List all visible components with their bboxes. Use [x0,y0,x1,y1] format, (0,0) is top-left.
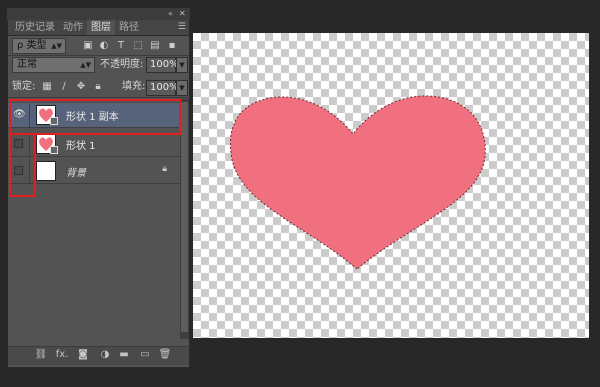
lock-label: 锁定: [12,81,36,92]
tab-paths[interactable]: 路径 [115,20,143,35]
divider [8,55,189,56]
highlight-visibility-column [9,133,36,197]
vector-mask-thumbnail [50,146,58,154]
scrollbar-thumb[interactable] [181,102,188,332]
lock-all-icon[interactable]: 🔒︎ [92,81,104,93]
layer-thumbnail [36,161,56,181]
group-folder-icon[interactable]: ▬ [117,349,131,360]
panel-tab-bar: 历史记录 动作 图层 路径 ☰ [8,20,189,36]
heart-shape[interactable] [193,33,589,338]
opacity-input[interactable]: 100% [146,57,179,73]
tab-history[interactable]: 历史记录 [11,20,59,35]
layer-name[interactable]: 形状 1 [66,137,96,152]
filter-label: ρ 类型 [17,40,47,51]
blend-mode-dropdown[interactable]: 正常 ▲▼ [12,57,95,73]
filter-toggle-icon[interactable]: ▪ [168,40,176,52]
tab-layers[interactable]: 图层 [87,20,115,35]
close-panel-icon[interactable]: ✕ [179,8,186,20]
panel-top-strip: « ✕ [7,8,190,20]
smart-object-filter-icon[interactable]: ▤ [149,40,161,52]
lock-image-pixels-icon[interactable]: ∕ [58,81,70,93]
fill-input[interactable]: 100% [146,80,179,96]
lock-transparent-pixels-icon[interactable]: ▦ [41,81,53,93]
collapse-icon[interactable]: « [168,8,173,20]
opacity-dropdown-arrow[interactable]: ▼ [176,57,188,73]
fx-icon[interactable]: fx. [55,349,69,360]
fill-label: 填充: [122,81,146,92]
blend-mode-value: 正常 [17,59,37,70]
document-canvas[interactable] [193,33,589,338]
chevron-down-icon: ▲▼ [80,61,91,69]
layer-name[interactable]: 背景 [66,164,86,179]
shape-filter-icon[interactable]: ⬚ [132,40,144,52]
type-filter-icon[interactable]: T [115,40,127,52]
lock-icon: 🔒︎ [162,164,167,174]
opacity-label: 不透明度: [100,59,144,70]
mask-icon[interactable]: ◙ [76,349,90,360]
adjustment-filter-icon[interactable]: ◐ [98,40,110,52]
fill-dropdown-arrow[interactable]: ▼ [176,80,188,96]
link-icon[interactable]: ⛓︎ [34,349,48,360]
divider [8,97,189,98]
lock-position-icon[interactable]: ✥ [75,81,87,93]
trash-icon[interactable]: 🗑︎ [158,349,172,360]
highlight-selected-layer [9,99,181,135]
adjustment-icon[interactable]: ◑ [98,349,112,360]
new-layer-icon[interactable]: ▭ [138,349,152,360]
tab-actions[interactable]: 动作 [59,20,87,35]
chevron-down-icon: ▲▼ [51,42,62,50]
layer-filter-dropdown[interactable]: ρ 类型 ▲▼ [12,38,66,54]
pixel-filter-icon[interactable]: ▣ [82,40,94,52]
panel-menu-icon[interactable]: ☰ [178,22,186,32]
